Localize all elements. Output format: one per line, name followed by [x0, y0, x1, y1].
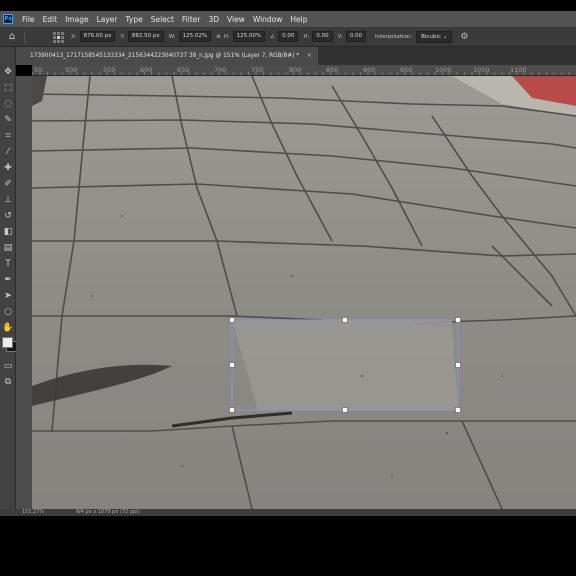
document-canvas[interactable]	[32, 76, 576, 509]
document-tab[interactable]: 173900413_1717158545133334_2156344223040…	[16, 47, 318, 65]
vertical-skew-field[interactable]: 0.00	[345, 31, 367, 42]
menu-file[interactable]: File	[18, 15, 39, 24]
y-position-field[interactable]: 882.50 px	[127, 31, 164, 42]
vertical-ruler[interactable]	[16, 76, 32, 509]
horizontal-ruler[interactable]: 50 500 550 600 650 700 750 800 850 900 9…	[32, 65, 576, 76]
ruler-ticks	[32, 72, 576, 75]
interpolation-value: Bicubic	[421, 33, 441, 40]
quick-select-icon[interactable]: ✎	[1, 113, 15, 127]
document-tab-bar: 173900413_1717158545133334_2156344223040…	[16, 47, 576, 65]
chevron-down-icon: ⌄	[442, 33, 448, 40]
w-label: W:	[168, 33, 176, 40]
photoshop-window: Ps File Edit Image Layer Type Select Fil…	[0, 0, 576, 576]
stamp-icon[interactable]: ⊥	[1, 193, 15, 207]
hskew-label: H:	[303, 33, 310, 40]
transform-handle[interactable]	[455, 362, 461, 368]
menu-select[interactable]: Select	[147, 15, 178, 24]
vskew-label: V:	[337, 33, 343, 40]
options-bar: ⌂ X: 876.00 px Y: 882.50 px W: 125.02% ⊕…	[0, 27, 576, 47]
hand-icon[interactable]: ✋	[1, 321, 15, 335]
menu-layer[interactable]: Layer	[93, 15, 122, 24]
move-icon[interactable]: ✥	[1, 65, 15, 79]
menu-help[interactable]: Help	[286, 15, 311, 24]
foreground-color-swatch[interactable]	[2, 337, 13, 348]
menu-bar: Ps File Edit Image Layer Type Select Fil…	[0, 11, 576, 27]
document-title: 173900413_1717158545133334_2156344223040…	[30, 53, 300, 59]
interpolation-label: Interpolation:	[375, 33, 413, 40]
quick-mask-icon[interactable]: ▭	[1, 359, 15, 373]
transform-handle[interactable]	[229, 317, 235, 323]
menu-type[interactable]: Type	[122, 15, 147, 24]
transform-handle[interactable]	[342, 317, 348, 323]
type-icon[interactable]: T	[1, 257, 15, 271]
tools-panel: ✥ ⬚ ◌ ✎ ⌗ ⁄ ✚ ✐ ⊥ ↺ ◧ ▤ T ✒ ➤ ○ ✋ ⚲ ▭ ⧉	[0, 47, 17, 509]
angle-field[interactable]: 0.00	[278, 31, 299, 42]
screen-mode-icon[interactable]: ⧉	[1, 375, 15, 389]
menu-view[interactable]: View	[223, 15, 249, 24]
transform-handle[interactable]	[229, 362, 235, 368]
healing-icon[interactable]: ✚	[1, 161, 15, 175]
home-icon[interactable]: ⌂	[6, 31, 18, 42]
height-field[interactable]: 125.00%	[232, 31, 266, 42]
link-icon[interactable]: ⊕	[216, 34, 221, 40]
pavement-photo	[32, 76, 576, 509]
path-select-icon[interactable]: ➤	[1, 289, 15, 303]
lasso-icon[interactable]: ◌	[1, 97, 15, 111]
transform-handle[interactable]	[455, 407, 461, 413]
h-label: H:	[223, 33, 230, 40]
crop-icon[interactable]: ⌗	[1, 129, 15, 143]
zoom-level[interactable]: 151.27%	[22, 509, 44, 515]
y-label: Y:	[120, 33, 125, 40]
gradient-icon[interactable]: ▤	[1, 241, 15, 255]
photoshop-logo[interactable]: Ps	[3, 14, 13, 24]
options-divider	[24, 30, 25, 43]
marquee-icon[interactable]: ⬚	[1, 81, 15, 95]
menu-filter[interactable]: Filter	[178, 15, 205, 24]
close-icon[interactable]: ×	[307, 53, 312, 59]
angle-icon: ∠	[270, 33, 276, 40]
status-bar: 151.27% W4 px x 1079 px (72 ppi)	[0, 509, 576, 516]
x-label: X:	[71, 33, 77, 40]
menu-window[interactable]: Window	[249, 15, 287, 24]
brush-icon[interactable]: ✐	[1, 177, 15, 191]
transform-handle[interactable]	[455, 317, 461, 323]
transform-handle[interactable]	[229, 407, 235, 413]
eyedropper-icon[interactable]: ⁄	[1, 145, 15, 159]
width-field[interactable]: 125.02%	[178, 31, 212, 42]
horizontal-skew-field[interactable]: 0.00	[312, 31, 333, 42]
reference-point-icon[interactable]	[53, 31, 65, 43]
interpolation-select[interactable]: Bicubic ⌄	[416, 30, 453, 43]
x-position-field[interactable]: 876.00 px	[79, 31, 116, 42]
menu-image[interactable]: Image	[61, 15, 93, 24]
menu-edit[interactable]: Edit	[39, 15, 62, 24]
pen-icon[interactable]: ✒	[1, 273, 15, 287]
transform-handle[interactable]	[342, 407, 348, 413]
shape-icon[interactable]: ○	[1, 305, 15, 319]
warp-icon[interactable]: ⚙	[460, 32, 468, 42]
menu-3d[interactable]: 3D	[204, 15, 223, 24]
eraser-icon[interactable]: ◧	[1, 225, 15, 239]
document-info: W4 px x 1079 px (72 ppi)	[75, 509, 140, 515]
history-brush-icon[interactable]: ↺	[1, 209, 15, 223]
